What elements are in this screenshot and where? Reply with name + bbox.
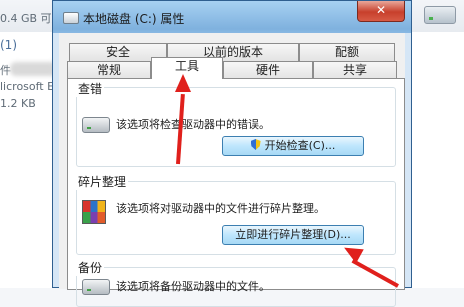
defragment-now-button[interactable]: 立即进行碎片整理(D)...: [222, 225, 364, 245]
drive-icon: [82, 279, 110, 295]
group-count: (1): [0, 38, 17, 52]
properties-dialog: 本地磁盘 (C:) 属性 ✕ 安全 以前的版本 配额 常规 工具 硬件 共享 查…: [52, 0, 413, 307]
error-check-title: 查错: [76, 80, 105, 97]
backup-description: 该选项将备份驱动器中的文件。: [116, 280, 270, 293]
drive-icon: [82, 117, 110, 133]
tab-hardware[interactable]: 硬件: [223, 61, 313, 79]
shield-icon: [250, 139, 261, 150]
blurred-text: [10, 62, 58, 76]
tab-general[interactable]: 常规: [67, 61, 151, 79]
properties-icon: [63, 12, 79, 24]
tab-quota[interactable]: 配额: [299, 43, 395, 61]
drive-icon[interactable]: [424, 6, 456, 24]
item-type-text: licrosoft E: [0, 80, 55, 93]
defrag-icon: [82, 200, 106, 224]
close-button[interactable]: ✕: [357, 1, 405, 22]
error-check-description: 该选项将检查驱动器中的错误。: [116, 118, 270, 131]
item-size-text: 1.2 KB: [0, 97, 36, 110]
defrag-description: 该选项将对驱动器中的文件进行碎片整理。: [116, 202, 325, 215]
check-now-button[interactable]: 开始检查(C)...: [222, 136, 364, 156]
dialog-title: 本地磁盘 (C:) 属性: [83, 12, 185, 26]
backup-title: 备份: [76, 259, 105, 276]
defrag-title: 碎片整理: [76, 173, 129, 190]
title-bar[interactable]: 本地磁盘 (C:) 属性 ✕: [53, 1, 413, 33]
tab-sharing[interactable]: 共享: [313, 61, 397, 79]
